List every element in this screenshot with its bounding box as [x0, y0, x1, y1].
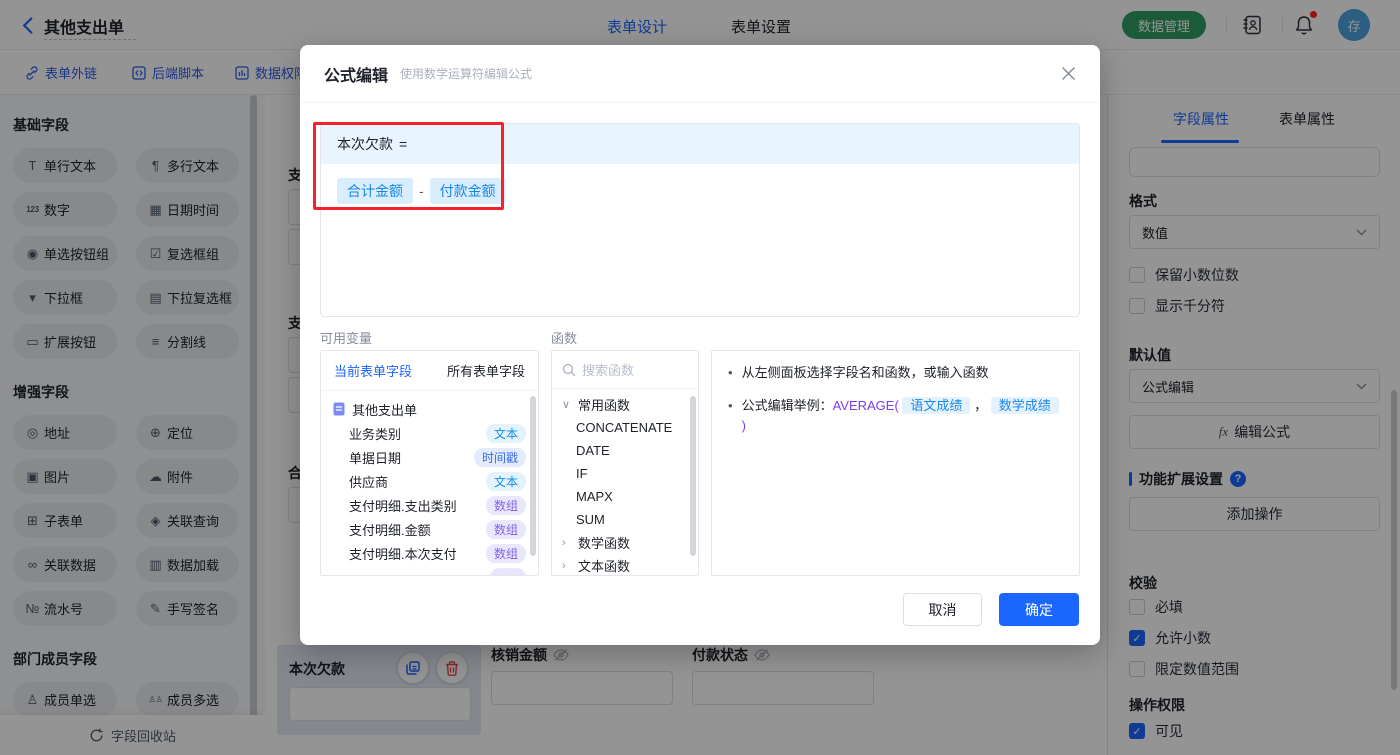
function-list: ∨ 常用函数 CONCATENATE DATE IF MAPX SUM › 数学…	[552, 389, 698, 575]
example-field-chip: 语文成绩	[902, 397, 971, 414]
variables-tree: 其他支出单 业务类别 文本 单据日期 时间戳 供应商 文本 支付明细.支出类别 …	[321, 391, 538, 575]
formula-token[interactable]: 付款金额	[429, 178, 506, 204]
function-item[interactable]: DATE	[552, 439, 698, 462]
formula-token[interactable]: -	[419, 183, 424, 199]
type-badge: 数组	[485, 495, 526, 515]
variable-row[interactable]: 支付明细.本次支付 数组	[321, 541, 538, 565]
formula-token[interactable]: 合计金额	[337, 178, 413, 204]
variables-scrollbar[interactable]	[530, 396, 536, 556]
function-item[interactable]: MAPX	[552, 485, 698, 508]
variable-name: 供应商	[349, 474, 389, 490]
tree-root-form[interactable]: 其他支出单	[321, 397, 538, 421]
variable-row[interactable]: 供应商 文本	[321, 469, 538, 493]
cancel-button[interactable]: 取消	[903, 593, 982, 626]
function-search[interactable]: 搜索函数	[552, 351, 698, 389]
variable-rows: 业务类别 文本 单据日期 时间戳 供应商 文本 支付明细.支出类别 数组 支付明…	[321, 421, 538, 565]
type-badge: 数组	[485, 543, 526, 563]
search-icon	[562, 363, 576, 376]
type-badge: 文本	[485, 423, 526, 443]
tab-all-form-fields[interactable]: 所有表单字段	[447, 361, 525, 380]
function-group-math[interactable]: › 数学函数	[552, 531, 698, 554]
functions-panel: 搜索函数 ∨ 常用函数 CONCATENATE DATE IF MAPX SUM…	[551, 350, 699, 576]
variable-name: 单据日期	[349, 450, 402, 466]
type-badge: 数组	[485, 519, 526, 539]
formula-expression[interactable]: 合计金额 - 付款金额	[321, 164, 1079, 218]
formula-edit-modal: 公式编辑 使用数学运算符编辑公式 本次欠款 = 合计金额 - 付款金额 可用变量…	[300, 45, 1100, 645]
function-item[interactable]: SUM	[552, 508, 698, 531]
function-group-text[interactable]: › 文本函数	[552, 554, 698, 575]
function-item[interactable]: IF	[552, 462, 698, 485]
functions-label: 函数	[551, 331, 578, 346]
formula-target: 本次欠款	[337, 136, 393, 152]
functions-scrollbar[interactable]	[690, 396, 696, 556]
close-icon[interactable]	[1061, 66, 1076, 81]
chevron-right-icon: ›	[562, 536, 566, 549]
help-tip-2: • 公式编辑举例：AVERAGE( 语文成绩 ， 数学成绩 )	[728, 396, 1063, 436]
bullet: •	[728, 365, 733, 380]
chevron-down-icon: ∨	[562, 399, 571, 411]
document-icon	[333, 402, 345, 416]
modal-title: 公式编辑	[324, 67, 389, 85]
help-tip-1: • 从左侧面板选择字段名和函数，或输入函数	[728, 363, 1063, 383]
variable-name: 支付明细.支出类别	[349, 498, 457, 514]
function-group-common[interactable]: ∨ 常用函数	[552, 393, 698, 416]
example-function-close: )	[741, 418, 746, 433]
function-items: CONCATENATE DATE IF MAPX SUM	[552, 416, 698, 531]
formula-target-row: 本次欠款 =	[321, 124, 1079, 164]
modal-header: 公式编辑 使用数学运算符编辑公式	[300, 45, 1100, 103]
variables-label: 可用变量	[320, 331, 373, 346]
tree-root-label: 其他支出单	[352, 402, 418, 418]
form-designer-app: 其他支出单 表单设计 表单设置 数据管理 存 表单外链 后端脚本 数据权限 预览	[0, 0, 1400, 755]
variable-row[interactable]: 业务类别 文本	[321, 421, 538, 445]
variables-panel: 当前表单字段 所有表单字段 其他支出单 业务类别 文本 单据日期 时间戳 供应商…	[320, 350, 539, 576]
variable-row[interactable]: 支付明细.金额 数组	[321, 517, 538, 541]
bullet: •	[728, 398, 733, 413]
variable-row[interactable]: 单据日期 时间戳	[321, 445, 538, 469]
formula-editor[interactable]: 本次欠款 = 合计金额 - 付款金额	[320, 123, 1080, 317]
variable-row-clipped[interactable]	[321, 565, 538, 575]
confirm-button[interactable]: 确定	[999, 593, 1079, 626]
function-item[interactable]: CONCATENATE	[552, 416, 698, 439]
variable-row[interactable]: 支付明细.支出类别 数组	[321, 493, 538, 517]
type-badge	[490, 568, 526, 575]
equals-sign: =	[399, 136, 408, 152]
example-field-chip: 数学成绩	[990, 397, 1059, 414]
variables-tabs: 当前表单字段 所有表单字段	[321, 351, 538, 391]
type-badge: 时间戳	[473, 447, 526, 467]
modal-subtitle: 使用数学运算符编辑公式	[400, 67, 533, 81]
search-placeholder: 搜索函数	[582, 363, 635, 378]
tab-current-form-fields[interactable]: 当前表单字段	[334, 361, 412, 380]
type-badge: 文本	[485, 471, 526, 491]
variable-name: 支付明细.本次支付	[349, 546, 457, 562]
variable-name: 支付明细.金额	[349, 522, 431, 538]
variable-name: 业务类别	[349, 426, 402, 442]
help-panel: • 从左侧面板选择字段名和函数，或输入函数 • 公式编辑举例：AVERAGE( …	[711, 350, 1080, 576]
example-function: AVERAGE(	[832, 398, 899, 413]
chevron-right-icon: ›	[562, 559, 566, 572]
